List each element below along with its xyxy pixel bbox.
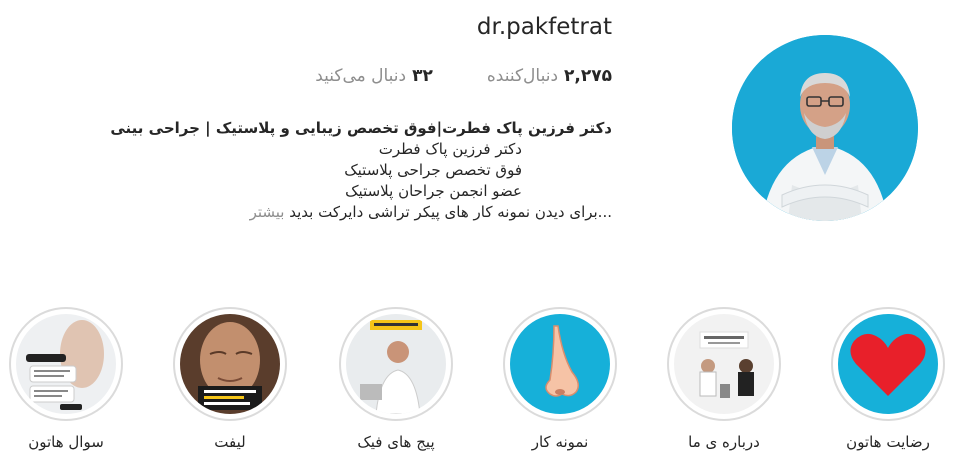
highlight-ring	[831, 307, 945, 421]
followers-stat[interactable]: ۲,۲۷۵ دنبال‌کننده	[487, 66, 612, 86]
highlight-cover	[674, 314, 774, 414]
bio-more-link[interactable]: بیشتر	[250, 203, 285, 221]
profile-page: dr.pakfetrat ۲,۲۷۵ دنبال‌کننده ۳۲ دنبال …	[0, 0, 958, 467]
highlight-ring	[9, 307, 123, 421]
highlight-fake-pages[interactable]: پیج های فیک	[336, 307, 456, 451]
highlight-about[interactable]: درباره ی ما	[664, 307, 784, 451]
followers-count: ۲,۲۷۵	[564, 66, 612, 86]
doctor-portrait-image	[732, 35, 918, 221]
highlight-cover	[346, 314, 446, 414]
bio-line: دکتر فرزین پاک فطرت	[378, 140, 522, 158]
followers-label: دنبال‌کننده	[486, 66, 559, 86]
following-count: ۳۲	[412, 66, 433, 86]
chat-screenshot	[16, 314, 116, 414]
bio-line: عضو انجمن جراحان پلاستیک	[345, 182, 522, 200]
highlight-cover	[838, 314, 938, 414]
face-photo	[180, 314, 280, 414]
highlight-ring	[667, 307, 781, 421]
heart-icon	[838, 314, 938, 414]
highlight-questions[interactable]: سوال هاتون	[6, 307, 126, 451]
nose-icon	[510, 314, 610, 414]
highlight-cover	[180, 314, 280, 414]
highlight-ring	[503, 307, 617, 421]
highlight-label: رضایت هاتون	[846, 433, 930, 451]
highlight-label: پیج های فیک	[357, 433, 435, 451]
bio-last-text: ...برای دیدن نمونه کار های پیکر تراشی دا…	[289, 203, 612, 221]
highlight-label: لیفت	[214, 433, 246, 451]
highlight-reviews[interactable]: رضایت هاتون	[828, 307, 948, 451]
doctor-photo	[346, 314, 446, 414]
bio-name: دکتر فرزین پاک فطرت|فوق تخصص زیبایی و پل…	[110, 119, 612, 137]
highlight-cover	[510, 314, 610, 414]
highlight-cover	[16, 314, 116, 414]
profile-bio: دکتر فرزین پاک فطرت|فوق تخصص زیبایی و پل…	[110, 118, 612, 223]
profile-stats: ۲,۲۷۵ دنبال‌کننده ۳۲ دنبال می‌کنید	[315, 66, 612, 86]
highlight-label: درباره ی ما	[688, 433, 760, 451]
highlight-ring	[173, 307, 287, 421]
interview-photo	[674, 314, 774, 414]
following-label: دنبال می‌کنید	[315, 66, 407, 86]
highlight-lift[interactable]: لیفت	[170, 307, 290, 451]
profile-avatar[interactable]	[732, 35, 918, 221]
bio-last-line: ...برای دیدن نمونه کار های پیکر تراشی دا…	[110, 202, 612, 223]
highlight-portfolio[interactable]: نمونه کار	[500, 307, 620, 451]
bio-line: فوق تخصص جراحی پلاستیک	[344, 161, 522, 179]
username[interactable]: dr.pakfetrat	[477, 14, 612, 40]
highlight-label: نمونه کار	[531, 433, 589, 451]
following-stat[interactable]: ۳۲ دنبال می‌کنید	[315, 66, 433, 86]
highlight-label: سوال هاتون	[28, 433, 104, 451]
highlight-ring	[339, 307, 453, 421]
